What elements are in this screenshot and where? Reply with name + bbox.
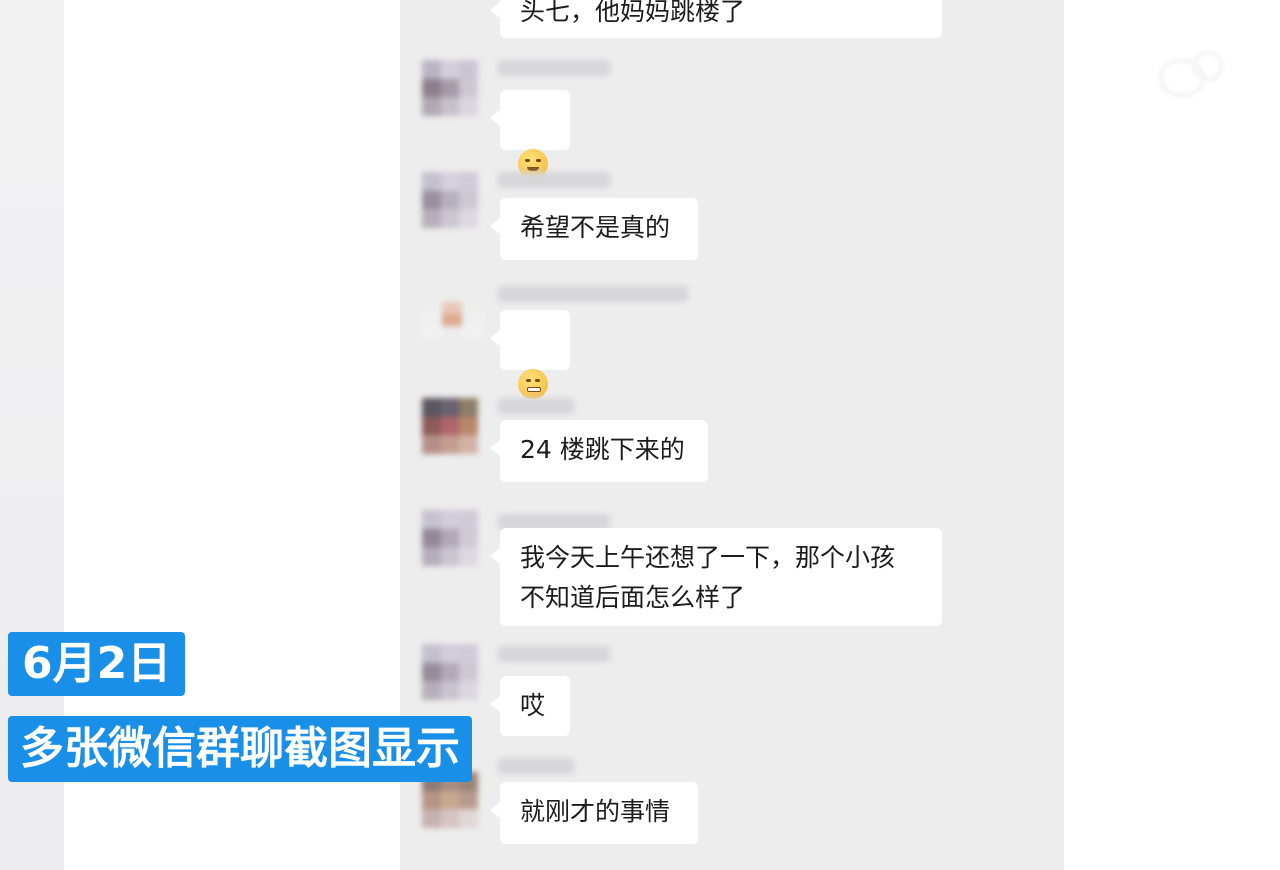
message-bubble: 就刚才的事情: [490, 782, 698, 844]
message-row: 我今天上午还想了一下，那个小孩 不知道后面怎么样了: [400, 508, 1064, 628]
sender-name: [498, 398, 574, 414]
message-bubble: [490, 90, 570, 179]
message-row: [400, 284, 1064, 399]
avatar: [422, 302, 482, 338]
message-row: 希望不是真的: [400, 170, 1064, 270]
message-row: [400, 58, 1064, 179]
message-bubble: 我今天上午还想了一下，那个小孩 不知道后面怎么样了: [490, 528, 942, 626]
avatar: [422, 510, 478, 566]
avatar: [422, 60, 478, 116]
avatar: [422, 398, 478, 454]
message-bubble: 哎: [490, 676, 570, 736]
sender-name: [498, 646, 610, 662]
weibo-watermark-icon: [1158, 50, 1228, 98]
message-row: 哎: [400, 640, 1064, 740]
message-bubble: 头七，他妈妈跳楼了: [490, 0, 942, 38]
avatar: [422, 172, 478, 228]
message-row: 24 楼跳下来的: [400, 396, 1064, 496]
sender-name: [498, 172, 610, 188]
video-frame: 头七，他妈妈跳楼了 希望不是真的 24 楼跳下来的 我今天上午还想了一下，那个小…: [0, 0, 1280, 870]
message-bubble: 24 楼跳下来的: [490, 420, 708, 482]
message-row: 就刚才的事情: [400, 758, 1064, 870]
grimace-emoji-icon: [518, 368, 548, 399]
message-row: 头七，他妈妈跳楼了: [400, 0, 1064, 40]
sender-name: [498, 758, 574, 774]
sender-name: [498, 286, 688, 302]
watermark-logo: [48, 66, 148, 110]
message-bubble: [490, 310, 570, 399]
right-background: [1064, 0, 1280, 870]
caption-overlay: 多张微信群聊截图显示: [8, 716, 472, 782]
message-bubble: 希望不是真的: [490, 198, 698, 260]
avatar: [422, 644, 478, 700]
sender-name: [498, 60, 610, 76]
date-overlay: 6月2日: [8, 632, 186, 696]
